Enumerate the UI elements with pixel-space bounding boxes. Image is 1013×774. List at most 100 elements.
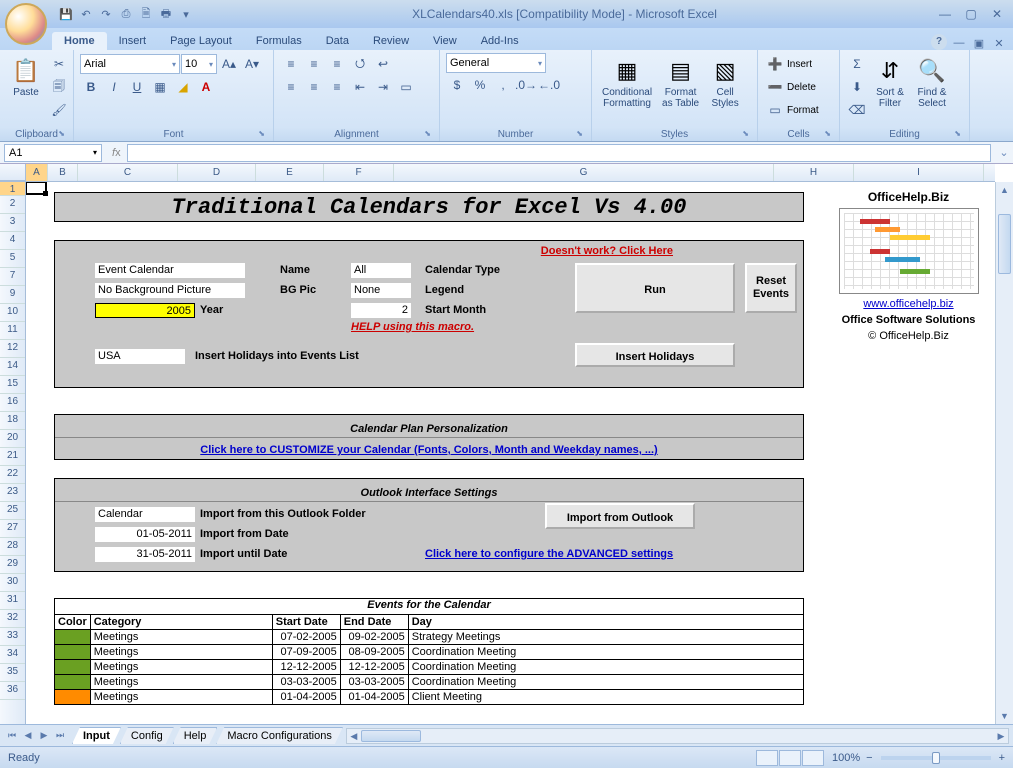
sort-filter-button[interactable]: ⇵Sort & Filter — [870, 53, 910, 111]
autosum-icon[interactable]: Σ — [846, 53, 868, 75]
row-header[interactable]: 9 — [0, 286, 25, 304]
row-header[interactable]: 27 — [0, 520, 25, 538]
fx-icon[interactable]: fx — [112, 147, 121, 159]
event-calendar-value[interactable]: Event Calendar — [95, 263, 245, 278]
align-right-icon[interactable]: ≡ — [326, 76, 348, 98]
scroll-up-icon[interactable]: ▲ — [996, 182, 1013, 198]
column-header[interactable]: F — [324, 164, 394, 181]
horizontal-scrollbar[interactable]: ◀ ▶ — [346, 728, 1009, 744]
help-icon[interactable]: ? — [931, 34, 947, 50]
scroll-thumb[interactable] — [998, 214, 1011, 274]
insert-holidays-button[interactable]: Insert Holidays — [575, 343, 735, 367]
font-size-combo[interactable]: 10▾ — [181, 54, 217, 74]
from-date-value[interactable]: 01-05-2011 — [95, 527, 195, 542]
import-outlook-button[interactable]: Import from Outlook — [545, 503, 695, 529]
scroll-right-icon[interactable]: ▶ — [994, 729, 1008, 743]
clear-icon[interactable]: ⌫ — [846, 99, 868, 121]
row-header[interactable]: 28 — [0, 538, 25, 556]
help-macro-link[interactable]: HELP using this macro. — [351, 321, 474, 333]
row-header[interactable]: 2 — [0, 196, 25, 214]
column-header[interactable]: I — [854, 164, 984, 181]
zoom-in-icon[interactable]: + — [999, 752, 1005, 764]
sheet-tab[interactable]: Input — [72, 727, 121, 744]
tab-formulas[interactable]: Formulas — [244, 32, 314, 50]
name-box[interactable]: A1▾ — [4, 144, 102, 162]
inner-minimize-icon[interactable]: — — [951, 36, 967, 50]
sheet-tab[interactable]: Help — [173, 727, 218, 744]
align-top-icon[interactable]: ≡ — [280, 53, 302, 75]
table-row[interactable]: Meetings01-04-200501-04-2005Client Meeti… — [55, 690, 804, 705]
expand-formula-icon[interactable]: ⌄ — [995, 146, 1013, 159]
column-header[interactable]: C — [78, 164, 178, 181]
tab-last-icon[interactable]: ⏭ — [52, 730, 68, 741]
tab-page-layout[interactable]: Page Layout — [158, 32, 244, 50]
until-date-value[interactable]: 31-05-2011 — [95, 547, 195, 562]
run-button[interactable]: Run — [575, 263, 735, 313]
row-header[interactable]: 15 — [0, 376, 25, 394]
qat-dropdown-icon[interactable]: ▾ — [178, 6, 194, 22]
column-header[interactable]: B — [48, 164, 78, 181]
select-all-corner[interactable] — [0, 164, 26, 181]
start-month-value[interactable]: 2 — [351, 303, 411, 318]
format-label[interactable]: Format — [787, 105, 819, 116]
hscroll-thumb[interactable] — [361, 730, 421, 742]
year-value[interactable]: 2005 — [95, 303, 195, 318]
copy-icon[interactable]: 🗐 — [48, 76, 70, 98]
formula-input[interactable] — [127, 144, 991, 162]
row-header[interactable]: 3 — [0, 214, 25, 232]
minimize-icon[interactable]: — — [935, 6, 955, 22]
column-header[interactable]: A — [26, 164, 48, 181]
format-cells-icon[interactable]: ▭ — [764, 99, 786, 121]
indent-inc-icon[interactable]: ⇥ — [372, 76, 394, 98]
row-header[interactable]: 30 — [0, 574, 25, 592]
tab-view[interactable]: View — [421, 32, 469, 50]
tab-addins[interactable]: Add-Ins — [469, 32, 531, 50]
maximize-icon[interactable]: ▢ — [961, 6, 981, 22]
dec-decimal-icon[interactable]: ←.0 — [538, 74, 560, 96]
orientation-icon[interactable]: ⭯ — [349, 53, 371, 75]
row-header[interactable]: 5 — [0, 250, 25, 268]
country-value[interactable]: USA — [95, 349, 185, 364]
indent-dec-icon[interactable]: ⇤ — [349, 76, 371, 98]
scroll-down-icon[interactable]: ▼ — [996, 708, 1013, 724]
border-icon[interactable]: ▦ — [149, 76, 171, 98]
officehelp-link[interactable]: www.officehelp.biz — [863, 298, 953, 310]
font-name-combo[interactable]: Arial▾ — [80, 54, 180, 74]
italic-icon[interactable]: I — [103, 76, 125, 98]
conditional-formatting-button[interactable]: ▦Conditional Formatting — [598, 53, 656, 111]
row-header[interactable]: 29 — [0, 556, 25, 574]
qat-icon[interactable]: 🗎 — [138, 6, 154, 22]
wrap-text-icon[interactable]: ↩ — [372, 53, 394, 75]
vertical-scrollbar[interactable]: ▲ ▼ — [995, 182, 1013, 724]
row-header[interactable]: 21 — [0, 448, 25, 466]
grow-font-icon[interactable]: A▴ — [218, 53, 240, 75]
reset-events-button[interactable]: Reset Events — [745, 263, 797, 313]
bg-picture-value[interactable]: No Background Picture — [95, 283, 245, 298]
zoom-level[interactable]: 100% — [832, 752, 860, 764]
table-row[interactable]: Meetings03-03-200503-03-2005Coordination… — [55, 675, 804, 690]
outlook-folder-value[interactable]: Calendar — [95, 507, 195, 522]
tab-home[interactable]: Home — [52, 32, 107, 50]
row-header[interactable]: 16 — [0, 394, 25, 412]
find-select-button[interactable]: 🔍Find & Select — [912, 53, 952, 111]
row-header[interactable]: 34 — [0, 646, 25, 664]
doesnt-work-link[interactable]: Doesn't work? Click Here — [541, 245, 673, 257]
cut-icon[interactable]: ✂ — [48, 53, 70, 75]
inner-restore-icon[interactable]: ▣ — [971, 36, 987, 50]
row-header[interactable]: 20 — [0, 430, 25, 448]
row-header[interactable]: 1 — [0, 182, 25, 196]
table-row[interactable]: Meetings07-09-200508-09-2005Coordination… — [55, 645, 804, 660]
insert-label[interactable]: Insert — [787, 59, 812, 70]
fill-color-icon[interactable]: ◢ — [172, 76, 194, 98]
number-format-combo[interactable]: General▾ — [446, 53, 546, 73]
shrink-font-icon[interactable]: A▾ — [241, 53, 263, 75]
customize-link[interactable]: Click here to CUSTOMIZE your Calendar (F… — [200, 444, 657, 456]
close-icon[interactable]: ✕ — [987, 6, 1007, 22]
legend-value[interactable]: None — [351, 283, 411, 298]
fill-icon[interactable]: ⬇ — [846, 76, 868, 98]
table-row[interactable]: Meetings12-12-200512-12-2005Coordination… — [55, 660, 804, 675]
align-mid-icon[interactable]: ≡ — [303, 53, 325, 75]
row-header[interactable]: 14 — [0, 358, 25, 376]
row-header[interactable]: 31 — [0, 592, 25, 610]
cell-styles-button[interactable]: ▧Cell Styles — [705, 53, 745, 111]
